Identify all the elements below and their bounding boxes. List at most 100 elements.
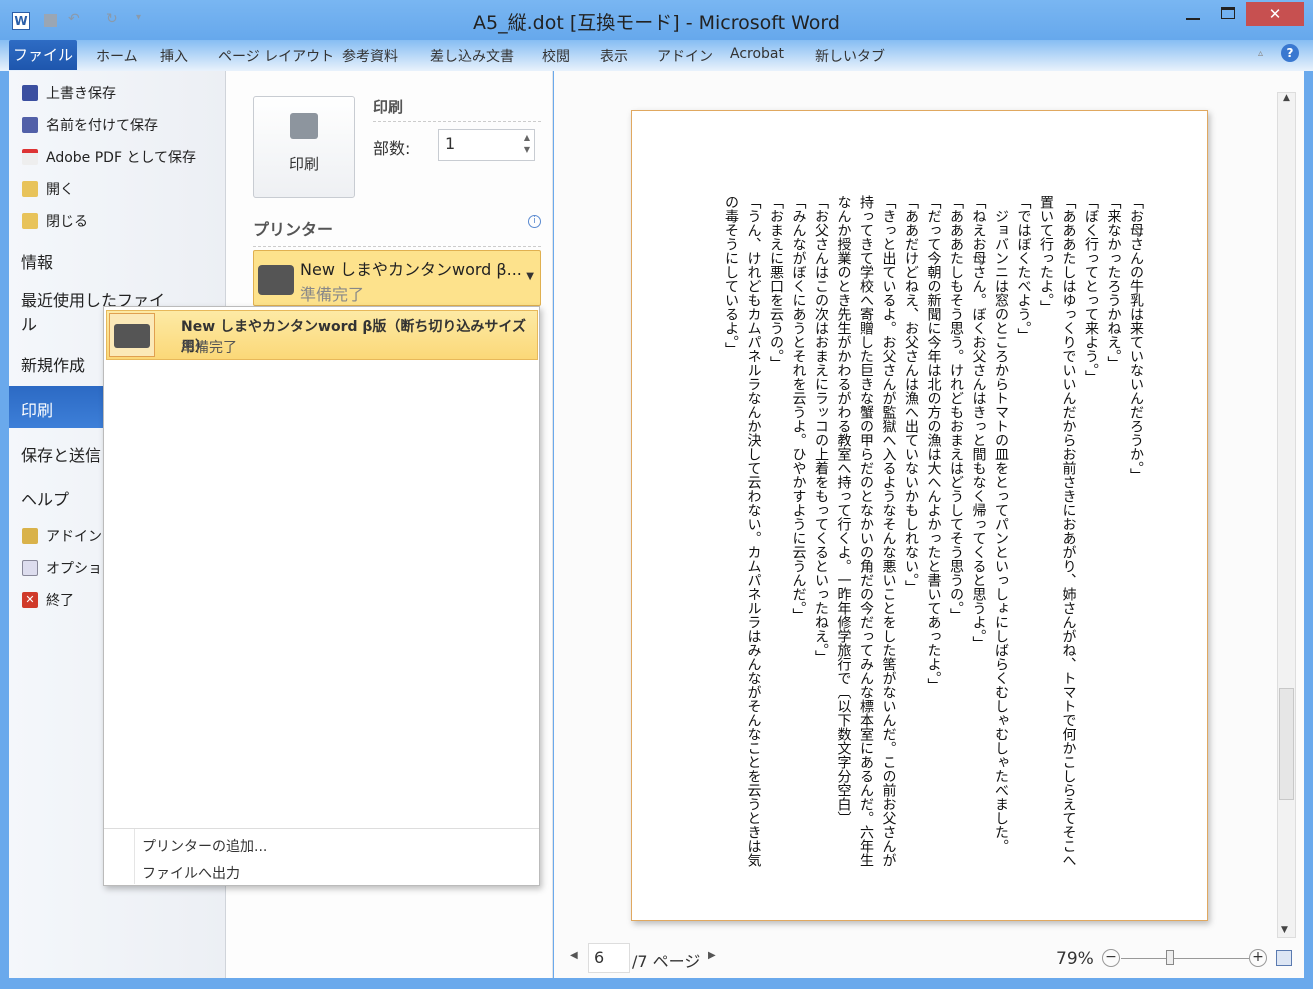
nav-help[interactable]: ヘルプ <box>21 486 69 510</box>
text-column: 置いて行ったよ。」 <box>1038 195 1054 314</box>
info-icon[interactable]: i <box>528 215 541 228</box>
ribbon-tabs: ホーム 挿入 ページ レイアウト 参考資料 差し込み文書 校閲 表示 アドイン … <box>0 40 1313 71</box>
page-number-input[interactable]: 6 <box>588 943 630 973</box>
text-column: の毒そうにしているよ。」 <box>723 195 739 356</box>
preview-page: 「お母さんの牛乳は来ていないんだろうか。」 「来なかったろうかねえ。」 「ぼく行って… <box>631 110 1208 921</box>
tab-file[interactable]: ファイル <box>9 40 77 70</box>
copies-spinner[interactable]: ▲ ▼ <box>524 132 530 156</box>
zoom-out-button[interactable]: − <box>1102 949 1120 967</box>
chevron-down-icon: ▼ <box>526 271 534 282</box>
nav-label: アドイン <box>46 529 102 545</box>
nav-new[interactable]: 新規作成 <box>21 352 85 376</box>
nav-close[interactable]: 閉じる <box>22 211 88 231</box>
save-icon <box>22 85 38 101</box>
print-to-file-item[interactable]: ファイルへ出力 <box>142 863 240 883</box>
printer-heading: プリンター <box>253 216 541 247</box>
text-column: 「あああたしはゆっくりでいいんだからお前さきにおあがり、姉さんがね、トマトで何か… <box>1060 195 1077 867</box>
zoom-level[interactable]: 79% <box>1056 949 1094 969</box>
nav-options[interactable]: オプション <box>22 558 116 578</box>
zoom-slider-thumb[interactable] <box>1166 950 1175 965</box>
nav-open[interactable]: 開く <box>22 179 74 199</box>
scroll-thumb[interactable] <box>1279 688 1294 800</box>
text-column: 「ぼく行ってとって来よう。」 <box>1083 195 1099 384</box>
text-column: 「うん、けれどもカムパネルラなんか決して云わない。カムパネルラはみんながそんなこ… <box>745 195 762 867</box>
tab-home[interactable]: ホーム <box>96 46 138 66</box>
text-column: 「ねえお母さん。ぼくお父さんはきっと間もなく帰ってくると思うよ。」 <box>970 195 987 650</box>
nav-save-as[interactable]: 名前を付けて保存 <box>22 115 158 135</box>
text-column: 「あああたしもそう思う。けれどもおまえはどうしてそう思うの。」 <box>948 195 964 622</box>
nav-save-pdf[interactable]: Adobe PDF として保存 <box>22 147 196 167</box>
text-column: 「だって今朝の新聞に今年は北の方の漁は大へんよかったと書いてあったよ。」 <box>925 195 942 692</box>
printer-option-status: 準備完了 <box>181 340 237 356</box>
nav-save-send[interactable]: 保存と送信 <box>21 442 101 466</box>
zoom-in-button[interactable]: + <box>1249 949 1267 967</box>
title-bar: W ↶ ↻ ▾ A5_縦.dot [互換モード] - Microsoft Wor… <box>0 0 1313 40</box>
nav-exit[interactable]: ✕ 終了 <box>22 590 74 610</box>
next-page-icon[interactable]: ▶ <box>708 950 716 961</box>
zoom-to-page-icon[interactable] <box>1276 950 1292 966</box>
minimize-ribbon-icon[interactable]: ▵ <box>1258 48 1263 59</box>
maximize-button[interactable] <box>1221 7 1235 19</box>
nav-label: 開く <box>46 182 74 198</box>
printer-status: 準備完了 <box>300 285 365 304</box>
tab-new-tab[interactable]: 新しいタブ <box>815 46 885 66</box>
open-folder-icon <box>22 181 38 197</box>
text-column: 持ってきて学校へ寄贈した巨きな蟹の甲らだのとなかいの角だの今だってみんな標本室に… <box>858 195 874 867</box>
text-column: 「みんながぼくにあうとそれを云うよ。ひやかすように云うんだ。」 <box>790 195 807 622</box>
printer-select[interactable]: New しまやカンタンword β... 準備完了 ▼ <box>253 250 541 306</box>
add-printer-item[interactable]: プリンターの追加... <box>142 836 267 856</box>
tab-review[interactable]: 校閲 <box>542 46 570 66</box>
nav-label: 終了 <box>46 593 74 609</box>
nav-label: Adobe PDF として保存 <box>46 150 197 166</box>
zoom-slider[interactable] <box>1121 958 1249 959</box>
text-column: 「おまえに悪口を云うの。」 <box>768 195 784 370</box>
nav-label: 上書き保存 <box>46 86 116 102</box>
divider <box>134 829 135 884</box>
pdf-icon <box>22 149 38 165</box>
printer-name: New しまやカンタンword β... <box>300 260 522 279</box>
copies-input[interactable]: 1 ▲ ▼ <box>438 129 535 161</box>
tab-acrobat[interactable]: Acrobat <box>730 46 784 62</box>
tab-addins[interactable]: アドイン <box>657 46 713 66</box>
tab-view[interactable]: 表示 <box>600 46 628 66</box>
printer-icon <box>290 113 318 139</box>
divider <box>104 828 539 829</box>
text-column: 「ああだけどねえ、お父さんは漁へ出ていないかもしれない。」 <box>903 195 919 594</box>
text-column: 「お母さんの牛乳は来ていないんだろうか。」 <box>1128 195 1144 482</box>
scroll-up-icon[interactable]: ▲ <box>1278 93 1295 103</box>
print-heading: 印刷 <box>373 96 541 122</box>
tab-mailings[interactable]: 差し込み文書 <box>430 46 514 66</box>
help-icon[interactable]: ? <box>1281 44 1299 62</box>
printer-icon <box>258 265 294 295</box>
nav-label: 閉じる <box>46 214 88 230</box>
nav-addins[interactable]: アドイン <box>22 526 102 546</box>
nav-info[interactable]: 情報 <box>21 249 53 273</box>
nav-label: 名前を付けて保存 <box>46 118 158 134</box>
text-column: 「きっと出ているよ。お父さんが監獄へ入るようなそんな悪いことをした筈がないんだ。… <box>880 195 897 867</box>
nav-print[interactable]: 印刷 <box>21 397 53 421</box>
text-column: なんか授業のとき先生がかわるがわる教室へ持って行くよ。一昨年修学旅行で〔以下数文… <box>835 195 852 825</box>
scroll-down-icon[interactable]: ▼ <box>1281 925 1288 935</box>
text-column: ジョバンニは窓のところからトマトの皿をとってパンといっしょにしばらくむしゃむしゃ… <box>993 195 1009 853</box>
close-button[interactable]: ✕ <box>1246 2 1304 26</box>
window-border <box>0 978 1313 989</box>
page-total: /7 ページ <box>632 952 701 971</box>
printer-option[interactable]: New しまやカンタンword β版（断ち切り込みサイズ用） 準備完了 <box>106 310 538 360</box>
close-folder-icon <box>22 213 38 229</box>
copies-label: 部数: <box>373 139 411 158</box>
tab-references[interactable]: 参考資料 <box>342 46 398 66</box>
window-title: A5_縦.dot [互換モード] - Microsoft Word <box>473 12 840 34</box>
printer-icon <box>109 313 155 357</box>
print-button[interactable]: 印刷 <box>253 96 355 198</box>
nav-save[interactable]: 上書き保存 <box>22 83 116 103</box>
options-icon <box>22 560 38 576</box>
prev-page-icon[interactable]: ◀ <box>570 950 578 961</box>
text-column: 「ではぼくたべよう。」 <box>1015 195 1032 342</box>
tab-page-layout[interactable]: ページ レイアウト <box>218 46 334 66</box>
addin-icon <box>22 528 38 544</box>
vertical-scrollbar[interactable]: ▲ ▼ <box>1277 92 1296 938</box>
minimize-button[interactable] <box>1186 18 1200 20</box>
print-button-label: 印刷 <box>288 155 319 173</box>
page-text: 「お母さんの牛乳は来ていないんだろうか。」 「来なかったろうかねえ。」 「ぼく行って… <box>720 195 1148 875</box>
tab-insert[interactable]: 挿入 <box>160 46 188 66</box>
